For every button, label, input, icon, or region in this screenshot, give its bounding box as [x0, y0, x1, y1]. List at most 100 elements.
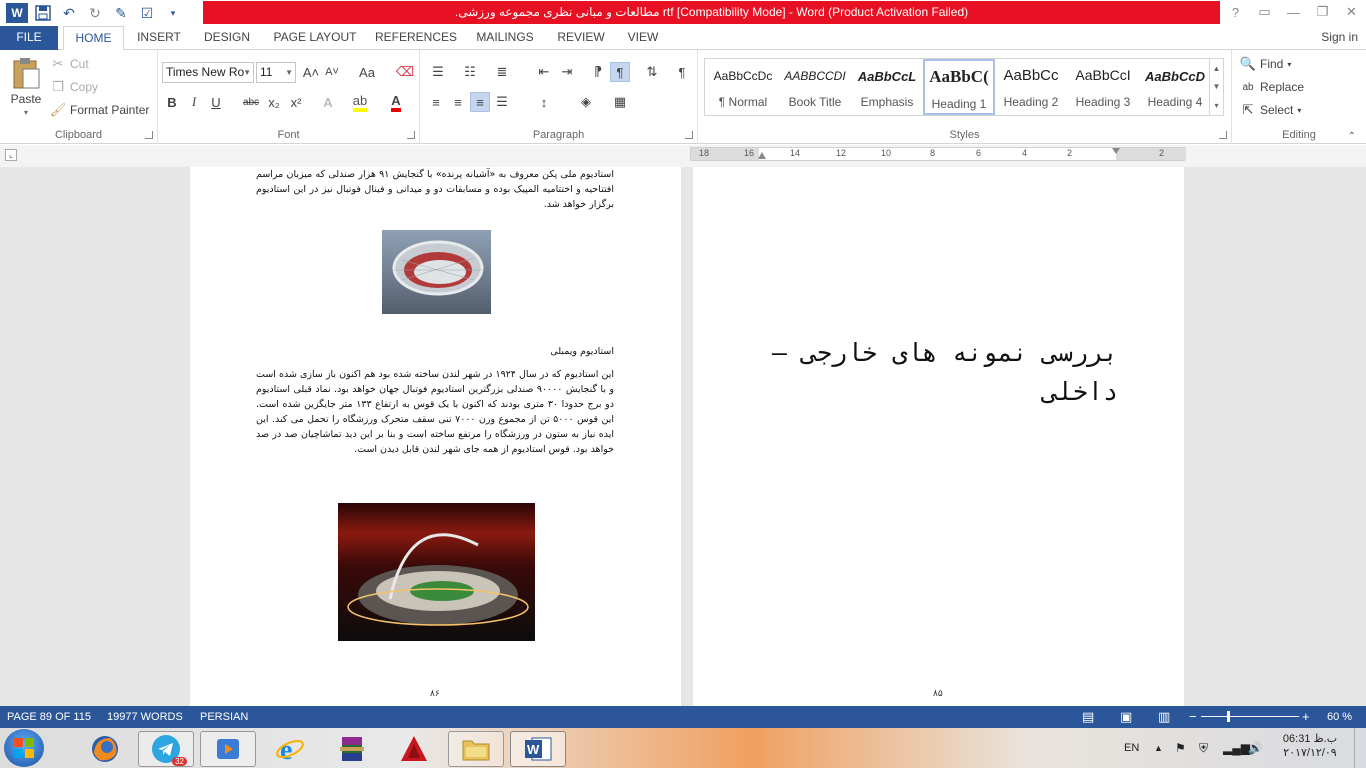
format-painter-button[interactable]: 🖌 Format Painter — [50, 102, 150, 118]
style-heading-3[interactable]: AaBbCcI Heading 3 — [1067, 59, 1139, 115]
word-app-icon[interactable]: W — [6, 3, 28, 23]
tray-overflow-icon[interactable]: ▲ — [1154, 728, 1163, 768]
decrease-indent-icon[interactable]: ⇤ — [534, 62, 554, 82]
strikethrough-button[interactable]: abc — [240, 92, 262, 112]
show-desktop-button[interactable] — [1354, 728, 1366, 768]
minimize-button[interactable]: — — [1279, 0, 1308, 24]
maximize-button[interactable]: ❐ — [1308, 0, 1337, 24]
horizontal-ruler[interactable]: 18 16 14 12 10 8 6 4 2 2 — [690, 147, 1186, 161]
align-right-icon[interactable]: ≡ — [470, 92, 490, 112]
copy-button[interactable]: ❐ Copy — [50, 79, 98, 95]
autocad-taskbar-button[interactable] — [386, 731, 442, 767]
zoom-in-button[interactable]: + — [1302, 706, 1310, 728]
collapse-ribbon-icon[interactable]: ⌃ — [1348, 131, 1356, 142]
zoom-out-button[interactable]: − — [1189, 706, 1197, 728]
spelling-check-icon[interactable]: ☑ — [136, 3, 158, 23]
network-icon[interactable]: ▂▄▆ — [1223, 728, 1250, 768]
undo-icon[interactable]: ↶ — [58, 3, 80, 23]
underline-button[interactable]: U — [206, 92, 226, 112]
start-button[interactable] — [4, 729, 44, 767]
security-icon[interactable]: ⛨ — [1199, 728, 1208, 768]
help-icon[interactable]: ? — [1221, 0, 1250, 24]
font-size-select[interactable]: 11 ▼ — [256, 62, 296, 83]
page-count-status[interactable]: PAGE 89 OF 115 — [7, 706, 91, 728]
rtl-direction-icon[interactable]: ¶ — [610, 62, 630, 82]
more-styles-icon[interactable]: ▾ — [1214, 101, 1218, 110]
show-formatting-button[interactable]: ¶ — [672, 62, 692, 82]
internet-explorer-taskbar-button[interactable]: e — [262, 731, 318, 767]
style-heading-1[interactable]: AaBbC( Heading 1 — [923, 59, 995, 115]
tab-references[interactable]: REFERENCES — [374, 26, 458, 50]
subscript-button[interactable]: x₂ — [264, 92, 284, 112]
numbering-icon[interactable]: ☷ — [460, 62, 480, 82]
tab-mailings[interactable]: MAILINGS — [470, 26, 540, 50]
sign-in-link[interactable]: Sign in — [1321, 26, 1358, 49]
tab-page-layout[interactable]: PAGE LAYOUT — [268, 26, 362, 50]
document-page-left[interactable]: استادیوم ملی پکن معروف به «آشیانه پرنده»… — [190, 167, 681, 706]
font-dialog-launcher[interactable] — [407, 131, 415, 139]
tab-design[interactable]: DESIGN — [199, 26, 255, 50]
style-heading-2[interactable]: AaBbCc Heading 2 — [995, 59, 1067, 115]
firefox-taskbar-button[interactable] — [77, 731, 133, 767]
style-heading-4[interactable]: AaBbCcD Heading 4 — [1139, 59, 1211, 115]
clipboard-dialog-launcher[interactable] — [145, 131, 153, 139]
paste-button[interactable]: Paste ▾ — [8, 56, 44, 117]
redo-icon[interactable]: ↻ — [84, 3, 106, 23]
style-emphasis[interactable]: AaBbCcL Emphasis — [851, 59, 923, 115]
multilevel-list-icon[interactable]: ≣ — [492, 62, 512, 82]
styles-scroll[interactable]: ▲ ▼ ▾ — [1209, 59, 1223, 115]
sort-icon[interactable]: ⇅ — [642, 62, 662, 82]
tab-file[interactable]: FILE — [0, 26, 58, 50]
paragraph-dialog-launcher[interactable] — [685, 131, 693, 139]
action-center-icon[interactable]: ⚑ — [1175, 728, 1186, 768]
read-mode-icon[interactable]: ▤ — [1082, 706, 1094, 728]
bullets-icon[interactable]: ☰ — [428, 62, 448, 82]
language-status[interactable]: PERSIAN — [200, 706, 248, 728]
style-book-title[interactable]: AABBCCDI Book Title — [779, 59, 851, 115]
zoom-slider[interactable] — [1201, 716, 1299, 717]
tab-selector-icon[interactable]: ⌞ — [5, 149, 17, 161]
zoom-slider-thumb[interactable] — [1227, 711, 1230, 722]
tab-review[interactable]: REVIEW — [552, 26, 610, 50]
bold-button[interactable]: B — [162, 92, 182, 112]
clear-formatting-icon[interactable]: ⌫ — [395, 62, 415, 82]
line-spacing-icon[interactable]: ↕ — [534, 92, 554, 112]
highlight-color-icon[interactable]: ab — [350, 92, 370, 112]
chevron-down-icon[interactable]: ▼ — [1213, 82, 1221, 91]
tab-home[interactable]: HOME — [63, 26, 124, 51]
styles-dialog-launcher[interactable] — [1219, 131, 1227, 139]
italic-button[interactable]: I — [184, 92, 204, 112]
telegram-taskbar-button[interactable]: 32 — [138, 731, 194, 767]
style-normal[interactable]: AaBbCcDc ¶ Normal — [707, 59, 779, 115]
print-layout-icon[interactable]: ▣ — [1120, 706, 1132, 728]
increase-indent-icon[interactable]: ⇥ — [557, 62, 577, 82]
document-page-right[interactable]: بررسی نمونه های خارجی – داخلی ۸۵ — [693, 167, 1184, 706]
volume-icon[interactable]: 🔊 — [1248, 728, 1263, 768]
file-explorer-taskbar-button[interactable] — [448, 731, 504, 767]
justify-icon[interactable]: ☰ — [492, 92, 512, 112]
save-icon[interactable] — [32, 3, 54, 23]
ltr-direction-icon[interactable]: ⁋ — [588, 62, 608, 82]
superscript-button[interactable]: x² — [286, 92, 306, 112]
ribbon-display-options-icon[interactable]: ▭ — [1250, 0, 1279, 24]
align-left-icon[interactable]: ≡ — [426, 92, 446, 112]
indent-marker[interactable] — [1112, 148, 1120, 154]
chevron-up-icon[interactable]: ▲ — [1213, 64, 1221, 73]
clock[interactable]: 06:31 ب.ظ ۲۰۱۷/۱۲/۰۹ — [1279, 732, 1341, 768]
tab-view[interactable]: VIEW — [622, 26, 664, 50]
font-family-select[interactable]: Times New Ro ▼ — [162, 62, 254, 83]
borders-icon[interactable]: ▦ — [610, 92, 630, 112]
find-button[interactable]: 🔍 Find ▾ — [1240, 56, 1291, 72]
font-color-icon[interactable]: A — [386, 92, 406, 112]
shading-icon[interactable]: ◈ — [576, 92, 596, 112]
web-layout-icon[interactable]: ▥ — [1158, 706, 1170, 728]
tab-insert[interactable]: INSERT — [132, 26, 186, 50]
edit-document-icon[interactable]: ✎ — [110, 3, 132, 23]
shrink-font-button[interactable]: A˅ — [322, 62, 342, 82]
indent-marker[interactable] — [758, 152, 766, 159]
change-case-button[interactable]: Aa — [353, 62, 381, 82]
customize-qat-icon[interactable]: ▾ — [162, 3, 184, 23]
zoom-level[interactable]: 60 % — [1327, 706, 1352, 728]
text-effects-icon[interactable]: A — [318, 92, 338, 112]
replace-button[interactable]: ab Replace — [1240, 79, 1304, 95]
